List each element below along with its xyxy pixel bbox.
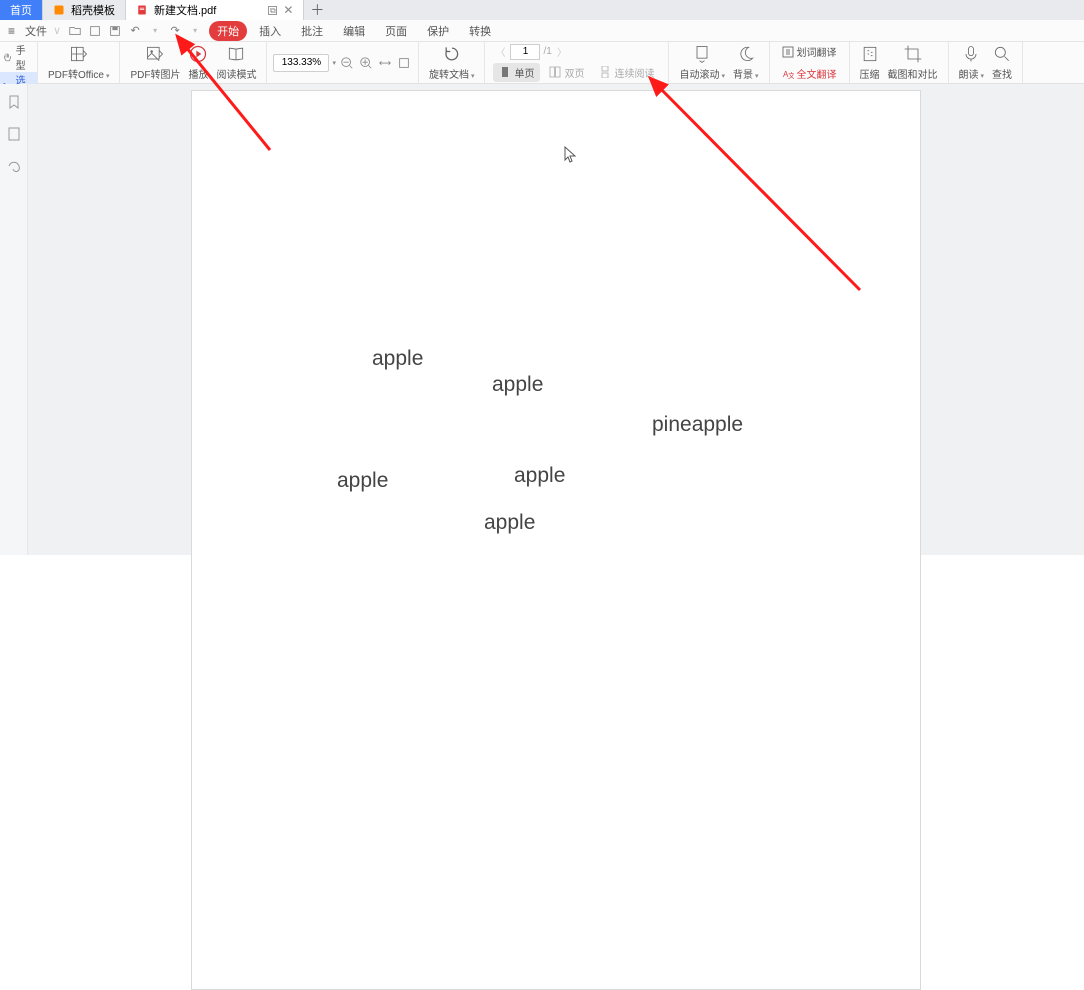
page-input[interactable]: [510, 44, 540, 60]
read-aloud-button[interactable]: 朗读▾: [955, 44, 989, 81]
pointer-mode: 手型 选择: [0, 42, 38, 83]
play-button[interactable]: 播放: [184, 44, 212, 81]
menu-protect[interactable]: 保护: [419, 21, 457, 41]
tab-label: 稻壳模板: [71, 2, 115, 18]
menu-bar: ≡ 文件 ∨ ↶ ▾ ↷ ▾ 开始 插入 批注 编辑 页面 保护 转换: [0, 20, 1084, 42]
mic-icon: [961, 44, 981, 64]
print-icon[interactable]: [87, 23, 103, 39]
selection-translate-button[interactable]: 划词翻译: [776, 42, 843, 61]
text-word[interactable]: apple: [492, 373, 543, 397]
background-button[interactable]: 背景▾: [729, 44, 763, 81]
close-icon[interactable]: ✕: [283, 4, 293, 16]
attachment-icon[interactable]: [6, 158, 22, 174]
menu-start[interactable]: 开始: [209, 21, 247, 41]
thumbnail-icon[interactable]: [6, 126, 22, 142]
undo-icon[interactable]: ↶: [127, 23, 143, 39]
text-word[interactable]: apple: [372, 347, 423, 371]
crop-icon: [903, 44, 923, 64]
quick-access-icons: ↶ ▾ ↷ ▾: [61, 23, 209, 39]
mouse-cursor: [564, 146, 578, 164]
compress-button[interactable]: 压缩: [856, 44, 884, 81]
view-mode-buttons: 单页 双页 连续阅读: [493, 63, 660, 82]
open-icon[interactable]: [67, 23, 83, 39]
hand-tool[interactable]: 手型: [0, 42, 37, 72]
search-icon: [992, 44, 1012, 64]
text-word[interactable]: apple: [484, 511, 535, 535]
ribbon-toolbar: 手型 选择 PDF转Office▾ PDF转图片 播放 阅读模式 ▾: [0, 42, 1084, 84]
book-icon: [226, 44, 246, 64]
ribbon-menu: 开始 插入 批注 编辑 页面 保护 转换: [209, 21, 499, 41]
pdf-to-image-button[interactable]: PDF转图片: [126, 44, 184, 81]
view-continuous-button[interactable]: 连续阅读: [593, 63, 660, 82]
text-word[interactable]: pineapple: [652, 413, 743, 437]
tab-label: 首页: [10, 2, 32, 18]
view-single-button[interactable]: 单页: [493, 63, 540, 82]
popout-icon[interactable]: ⧉: [268, 6, 277, 15]
menu-annotate[interactable]: 批注: [293, 21, 331, 41]
menu-page[interactable]: 页面: [377, 21, 415, 41]
text-word[interactable]: apple: [337, 469, 388, 493]
pdf-image-icon: [145, 44, 165, 64]
svg-text:文: 文: [788, 71, 794, 80]
left-sidebar: [0, 84, 28, 555]
tab-document[interactable]: 新建文档.pdf ⧉ ✕: [126, 0, 304, 20]
zoom-input[interactable]: [273, 54, 329, 72]
rotate-button[interactable]: 旋转文档▾: [425, 44, 479, 81]
fit-width-icon[interactable]: [377, 55, 393, 71]
auto-scroll-icon: [692, 44, 712, 64]
document-canvas[interactable]: apple apple pineapple apple apple apple: [28, 84, 1084, 555]
text-word[interactable]: apple: [514, 464, 565, 488]
hamburger-icon[interactable]: ≡: [4, 24, 19, 38]
menu-edit[interactable]: 编辑: [335, 21, 373, 41]
zoom-in-icon[interactable]: [358, 55, 374, 71]
zoom-out-icon[interactable]: [339, 55, 355, 71]
view-double-button[interactable]: 双页: [543, 63, 590, 82]
full-translate-button[interactable]: A文全文翻译: [776, 64, 843, 83]
crop-compare-button[interactable]: 截图和对比: [884, 44, 942, 81]
play-icon: [188, 44, 208, 64]
hand-label: 手型: [16, 42, 35, 72]
find-button[interactable]: 查找: [988, 44, 1016, 81]
menu-file[interactable]: 文件: [19, 23, 53, 39]
tab-label: 新建文档.pdf: [154, 2, 216, 18]
compress-icon: [860, 44, 880, 64]
tab-home[interactable]: 首页: [0, 0, 43, 20]
read-mode-button[interactable]: 阅读模式: [212, 44, 260, 81]
auto-scroll-button[interactable]: 自动滚动▾: [675, 44, 729, 81]
page-total: /1: [543, 46, 551, 57]
bookmark-icon[interactable]: [6, 94, 22, 110]
new-tab-button[interactable]: ＋: [304, 0, 330, 20]
menu-insert[interactable]: 插入: [251, 21, 289, 41]
zoom-control: ▾: [273, 54, 412, 72]
moon-icon: [736, 44, 756, 64]
pdf-icon: [136, 4, 148, 16]
next-page-icon[interactable]: 〉: [555, 45, 569, 59]
rotate-icon: [442, 44, 462, 64]
save-icon[interactable]: [107, 23, 123, 39]
tab-templates[interactable]: 稻壳模板: [43, 0, 126, 20]
pdf-page: apple apple pineapple apple apple apple: [191, 90, 921, 990]
pdf-to-office-button[interactable]: PDF转Office▾: [44, 44, 113, 81]
fit-page-icon[interactable]: [396, 55, 412, 71]
prev-page-icon[interactable]: 〈: [493, 45, 507, 59]
redo-icon[interactable]: ↷: [167, 23, 183, 39]
template-icon: [53, 4, 65, 16]
menu-convert[interactable]: 转换: [461, 21, 499, 41]
pdf-office-icon: [69, 44, 89, 64]
document-tab-bar: 首页 稻壳模板 新建文档.pdf ⧉ ✕ ＋: [0, 0, 1084, 20]
page-navigator: 〈 /1 〉: [493, 44, 568, 60]
